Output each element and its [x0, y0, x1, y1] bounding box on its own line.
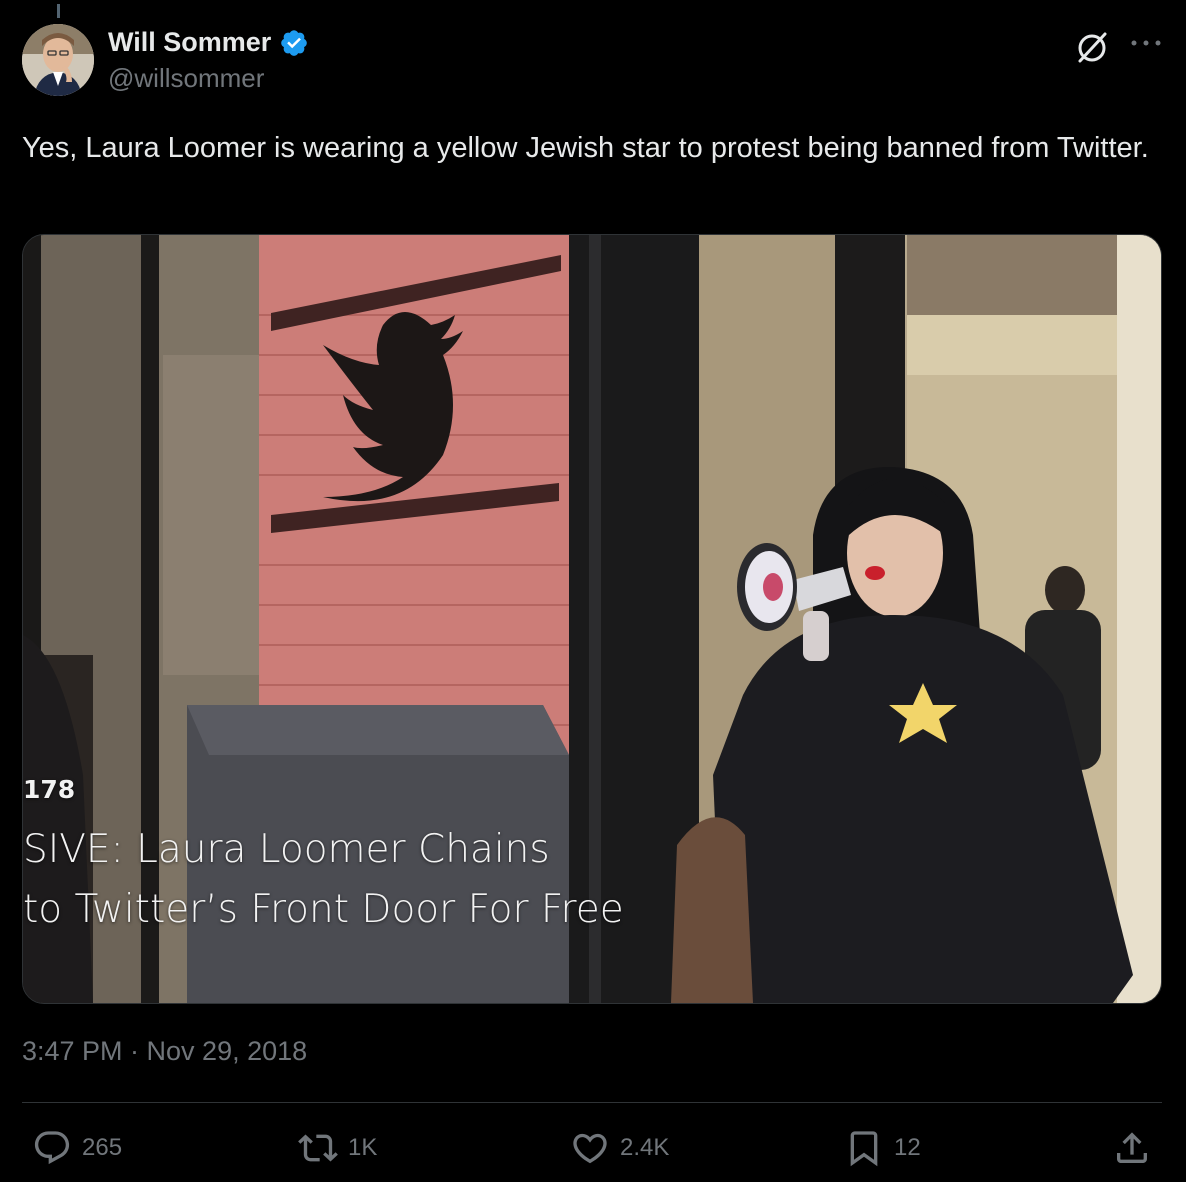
repost-button[interactable]: 1K	[298, 1120, 377, 1176]
like-count: 2.4K	[620, 1134, 670, 1161]
bookmark-count: 12	[894, 1134, 921, 1161]
bookmark-icon	[850, 1131, 878, 1167]
more-button[interactable]	[1128, 28, 1164, 58]
divider	[22, 1102, 1162, 1103]
bookmark-button[interactable]: 12	[844, 1120, 921, 1176]
reply-button[interactable]: 265	[32, 1120, 122, 1176]
scroll-tick	[57, 4, 60, 18]
action-bar: 265 1K 2.4K 12	[22, 1120, 1162, 1176]
repost-icon	[298, 1134, 338, 1162]
video-caption-number: 178	[23, 775, 76, 804]
share-button[interactable]	[1112, 1120, 1152, 1176]
author-name-row[interactable]: Will Sommer	[108, 27, 309, 58]
tweet-text: Yes, Laura Loomer is wearing a yellow Je…	[22, 132, 1149, 164]
author-display-name[interactable]: Will Sommer	[108, 27, 271, 58]
more-icon	[1131, 40, 1161, 46]
video-caption-line-2: to Twitter’s Front Door For Free	[23, 887, 624, 932]
grok-button[interactable]	[1072, 28, 1112, 68]
avatar[interactable]	[22, 24, 94, 96]
share-icon	[1117, 1132, 1147, 1163]
verified-badge-icon	[281, 29, 308, 56]
repost-count: 1K	[348, 1134, 378, 1161]
reply-icon	[34, 1131, 70, 1165]
author-handle[interactable]: @willsommer	[108, 63, 264, 94]
tweet-video[interactable]: 178 SIVE: Laura Loomer Chains to Twitter…	[22, 234, 1162, 1004]
avatar-photo	[22, 24, 94, 96]
tweet-timestamp[interactable]: 3:47 PM · Nov 29, 2018	[22, 1036, 307, 1067]
reply-count: 265	[82, 1134, 123, 1161]
grok-icon	[1078, 32, 1107, 63]
heart-icon	[573, 1133, 607, 1164]
like-button[interactable]: 2.4K	[570, 1120, 669, 1176]
video-caption-line-1: SIVE: Laura Loomer Chains	[23, 827, 550, 872]
